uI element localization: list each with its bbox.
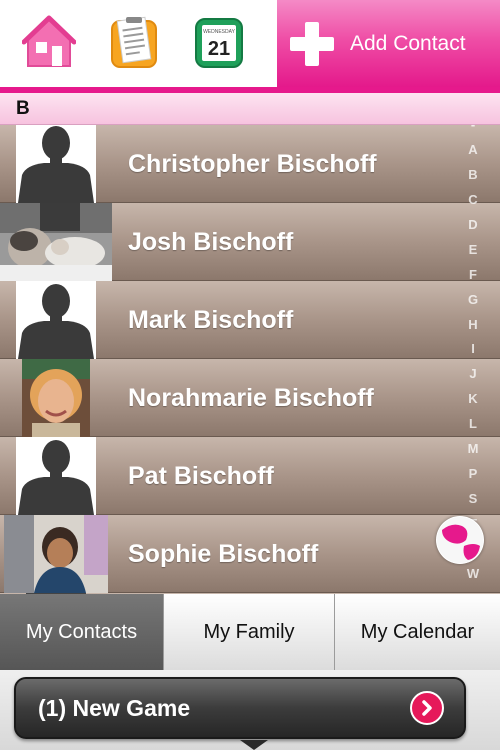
home-icon[interactable]: [20, 12, 78, 74]
alpha-index-letter[interactable]: C: [468, 193, 477, 206]
tab-label: My Calendar: [360, 620, 475, 643]
contact-name: Josh Bischoff: [128, 228, 294, 256]
contact-row[interactable]: Pat Bischoff: [0, 437, 500, 515]
contact-name: Pat Bischoff: [128, 462, 274, 490]
notes-icon[interactable]: [105, 12, 163, 74]
avatar-silhouette: [16, 437, 96, 515]
notification-pointer: [240, 740, 268, 750]
tab-bar: My Contacts My Family My Calendar: [0, 594, 500, 670]
alpha-index-letter[interactable]: I: [471, 342, 475, 355]
alpha-index-letter[interactable]: B: [468, 168, 477, 181]
tab-my-contacts[interactable]: My Contacts: [0, 594, 164, 670]
contact-name: Mark Bischoff: [128, 306, 294, 334]
alpha-index-letter[interactable]: H: [468, 318, 477, 331]
alpha-index-letter[interactable]: K: [468, 392, 477, 405]
top-bar: WEDNESDAY 21 Add Contact: [0, 0, 500, 87]
contact-name: Norahmarie Bischoff: [128, 384, 374, 412]
alphabet-index[interactable]: -ABCDEFGHIJKLMPSTVW: [461, 118, 485, 580]
contact-name: Christopher Bischoff: [128, 150, 377, 178]
alpha-index-letter[interactable]: M: [468, 442, 479, 455]
tab-label: My Family: [203, 620, 295, 643]
tab-my-family[interactable]: My Family: [164, 594, 335, 670]
chevron-right-icon[interactable]: [410, 691, 444, 725]
contact-row[interactable]: Sophie Bischoff: [0, 515, 500, 593]
avatar-photo: [22, 359, 90, 437]
alpha-index-letter[interactable]: D: [468, 218, 477, 231]
section-letter: B: [16, 98, 30, 119]
contact-row[interactable]: Christopher Bischoff: [0, 125, 500, 203]
notification-area: (1) New Game: [0, 670, 500, 750]
tab-my-calendar[interactable]: My Calendar: [335, 594, 500, 670]
alpha-index-letter[interactable]: G: [468, 293, 478, 306]
add-contact-button[interactable]: Add Contact: [277, 0, 500, 87]
contact-row[interactable]: Mark Bischoff: [0, 281, 500, 359]
avatar-silhouette: [16, 125, 96, 203]
add-contact-label: Add Contact: [350, 31, 466, 55]
tab-label: My Contacts: [25, 620, 138, 643]
alpha-index-letter[interactable]: W: [467, 567, 479, 580]
plus-icon: [290, 21, 334, 66]
alpha-index-letter[interactable]: -: [471, 118, 475, 131]
contact-row[interactable]: Norahmarie Bischoff: [0, 359, 500, 437]
globe-icon[interactable]: [436, 516, 484, 564]
contact-row[interactable]: Josh Bischoff: [0, 203, 500, 281]
notification-label: (1) New Game: [38, 695, 191, 721]
calendar-icon[interactable]: WEDNESDAY 21: [190, 12, 248, 74]
contact-list[interactable]: Christopher Bischoff Josh Bischoff Mark …: [0, 125, 500, 594]
alpha-index-letter[interactable]: J: [469, 367, 476, 380]
calendar-day-number: 21: [208, 38, 230, 60]
calendar-day-label: WEDNESDAY: [203, 29, 236, 35]
avatar-photo: [0, 203, 112, 281]
new-game-notification-button[interactable]: (1) New Game: [14, 677, 466, 739]
avatar-silhouette: [16, 281, 96, 359]
alpha-index-letter[interactable]: L: [469, 417, 477, 430]
alpha-index-letter[interactable]: F: [469, 268, 477, 281]
section-header: B: [0, 93, 500, 125]
alpha-index-letter[interactable]: P: [469, 467, 478, 480]
alpha-index-letter[interactable]: S: [469, 492, 478, 505]
contact-name: Sophie Bischoff: [128, 540, 319, 568]
alpha-index-letter[interactable]: E: [469, 243, 478, 256]
alpha-index-letter[interactable]: A: [468, 143, 477, 156]
avatar-photo: [4, 515, 108, 593]
